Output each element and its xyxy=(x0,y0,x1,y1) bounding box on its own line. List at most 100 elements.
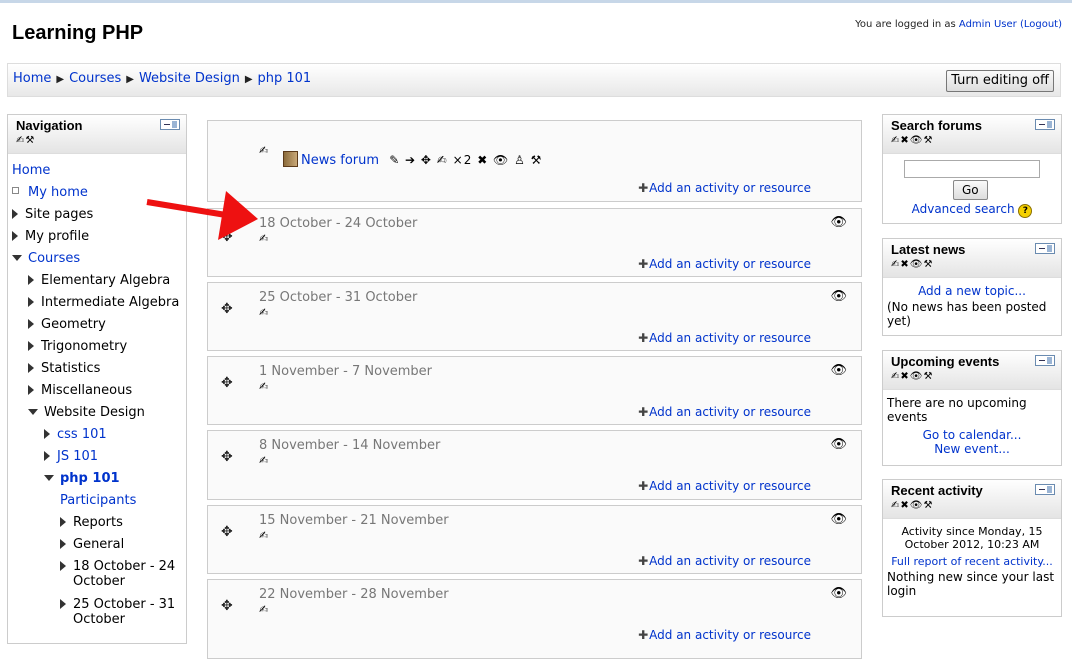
eye-icon[interactable]: 👁 xyxy=(830,363,847,378)
eye-icon[interactable]: 👁 xyxy=(830,215,847,230)
expand-arrow-icon[interactable] xyxy=(60,517,66,527)
expand-arrow-icon[interactable] xyxy=(60,561,66,571)
add-activity-label: Add an activity or resource xyxy=(649,405,811,419)
nav-item[interactable]: Participants xyxy=(60,493,136,508)
help-icon[interactable]: ? xyxy=(1018,204,1033,218)
turn-editing-off-button[interactable]: Turn editing off xyxy=(946,70,1054,92)
dock-icon[interactable] xyxy=(1035,484,1055,495)
nav-item[interactable]: Site pages xyxy=(12,207,93,222)
nav-item[interactable]: Courses xyxy=(12,251,80,266)
go-button[interactable]: Go xyxy=(953,180,988,200)
expand-arrow-icon[interactable] xyxy=(44,451,50,461)
week-section: ✥ 1 November - 7 November ✍ 👁 ✚Add an activi… xyxy=(207,356,862,425)
dock-icon[interactable] xyxy=(160,119,180,130)
nav-item-label[interactable]: Home xyxy=(12,163,50,178)
move-icon[interactable]: ✥ xyxy=(221,229,233,245)
collapse-arrow-icon[interactable] xyxy=(12,255,22,261)
dock-icon[interactable] xyxy=(1035,119,1055,130)
search-forums-input[interactable] xyxy=(904,160,1040,178)
block-edit-icons[interactable]: ✍✖👁⚒ xyxy=(891,500,933,511)
nav-item-label[interactable]: JS 101 xyxy=(57,449,98,464)
nav-item[interactable]: Miscellaneous xyxy=(28,383,132,398)
plus-icon: ✚ xyxy=(638,257,649,271)
pencil-icon[interactable]: ✍ xyxy=(259,529,268,542)
expand-arrow-icon[interactable] xyxy=(28,385,34,395)
expand-arrow-icon[interactable] xyxy=(60,599,66,609)
add-activity-link[interactable]: ✚Add an activity or resource xyxy=(638,181,811,195)
new-event-link[interactable]: New event... xyxy=(883,442,1061,456)
nav-item[interactable]: Elementary Algebra xyxy=(28,273,170,288)
expand-arrow-icon[interactable] xyxy=(28,319,34,329)
nav-item-label[interactable]: Participants xyxy=(60,493,136,508)
block-edit-icons[interactable]: ✍⚒ xyxy=(16,135,35,146)
pencil-icon[interactable]: ✍ xyxy=(259,144,268,157)
nav-item[interactable]: Geometry xyxy=(28,317,106,332)
breadcrumb-home[interactable]: Home xyxy=(13,71,51,86)
expand-arrow-icon[interactable] xyxy=(28,297,34,307)
full-report-link[interactable]: Full report of recent activity... xyxy=(883,555,1061,568)
nav-item[interactable]: 18 October - 24 October xyxy=(60,559,175,589)
eye-icon[interactable]: 👁 xyxy=(830,586,847,601)
eye-icon[interactable]: 👁 xyxy=(830,289,847,304)
block-edit-icons[interactable]: ✍✖👁⚒ xyxy=(891,371,933,382)
add-activity-link[interactable]: ✚Add an activity or resource xyxy=(638,554,811,568)
nav-item[interactable]: My home xyxy=(12,185,88,200)
pencil-icon[interactable]: ✍ xyxy=(259,454,268,467)
nav-item-label[interactable]: Courses xyxy=(28,251,80,266)
pencil-icon[interactable]: ✍ xyxy=(259,603,268,616)
collapse-arrow-icon[interactable] xyxy=(44,475,54,481)
nav-item[interactable]: 25 October - 31 October xyxy=(60,597,175,627)
nav-item-label[interactable]: css 101 xyxy=(57,427,107,442)
nav-item[interactable]: JS 101 xyxy=(44,449,98,464)
add-activity-link[interactable]: ✚Add an activity or resource xyxy=(638,331,811,345)
expand-arrow-icon[interactable] xyxy=(60,539,66,549)
nav-item[interactable]: Home xyxy=(12,163,50,178)
nav-item[interactable]: php 101 xyxy=(44,471,120,486)
nav-item[interactable]: css 101 xyxy=(44,427,107,442)
expand-arrow-icon[interactable] xyxy=(28,275,34,285)
nav-item[interactable]: My profile xyxy=(12,229,89,244)
nav-item[interactable]: Intermediate Algebra xyxy=(28,295,179,310)
move-icon[interactable]: ✥ xyxy=(221,524,233,540)
block-edit-icons[interactable]: ✍✖👁⚒ xyxy=(891,259,933,270)
nav-item[interactable]: Statistics xyxy=(28,361,100,376)
add-activity-link[interactable]: ✚Add an activity or resource xyxy=(638,628,811,642)
eye-icon[interactable]: 👁 xyxy=(830,437,847,452)
expand-arrow-icon[interactable] xyxy=(28,341,34,351)
nav-item[interactable]: Reports xyxy=(60,515,123,530)
expand-arrow-icon[interactable] xyxy=(12,209,18,219)
add-activity-link[interactable]: ✚Add an activity or resource xyxy=(638,257,811,271)
add-new-topic-link[interactable]: Add a new topic... xyxy=(883,284,1061,298)
logout-link[interactable]: (Logout) xyxy=(1020,19,1062,30)
add-activity-link[interactable]: ✚Add an activity or resource xyxy=(638,479,811,493)
breadcrumb-php-101[interactable]: php 101 xyxy=(258,71,312,86)
pencil-icon[interactable]: ✍ xyxy=(259,380,268,393)
nav-item[interactable]: Website Design xyxy=(28,405,145,420)
collapse-arrow-icon[interactable] xyxy=(28,409,38,415)
news-forum-link[interactable]: News forum xyxy=(301,153,379,168)
expand-arrow-icon[interactable] xyxy=(28,363,34,373)
nav-item[interactable]: Trigonometry xyxy=(28,339,127,354)
nav-item-label[interactable]: My home xyxy=(28,185,88,200)
dock-icon[interactable] xyxy=(1035,243,1055,254)
block-edit-icons[interactable]: ✍✖👁⚒ xyxy=(891,135,933,146)
nav-item-label[interactable]: php 101 xyxy=(60,471,120,486)
add-activity-link[interactable]: ✚Add an activity or resource xyxy=(638,405,811,419)
expand-arrow-icon[interactable] xyxy=(12,231,18,241)
eye-icon[interactable]: 👁 xyxy=(830,512,847,527)
move-icon[interactable]: ✥ xyxy=(221,598,233,614)
activity-edit-icons[interactable]: ✎ ➔ ✥ ✍ ×2 ✖ 👁 ♙ ⚒ xyxy=(389,153,542,167)
login-user-link[interactable]: Admin User xyxy=(959,19,1017,30)
nav-item[interactable]: General xyxy=(60,537,124,552)
dock-icon[interactable] xyxy=(1035,355,1055,366)
move-icon[interactable]: ✥ xyxy=(221,301,233,317)
move-icon[interactable]: ✥ xyxy=(221,449,233,465)
pencil-icon[interactable]: ✍ xyxy=(259,232,268,245)
pencil-icon[interactable]: ✍ xyxy=(259,306,268,319)
go-to-calendar-link[interactable]: Go to calendar... xyxy=(883,428,1061,442)
expand-arrow-icon[interactable] xyxy=(44,429,50,439)
breadcrumb-courses[interactable]: Courses xyxy=(69,71,121,86)
breadcrumb-website-design[interactable]: Website Design xyxy=(139,71,240,86)
move-icon[interactable]: ✥ xyxy=(221,375,233,391)
advanced-search-link[interactable]: Advanced search xyxy=(912,202,1015,216)
